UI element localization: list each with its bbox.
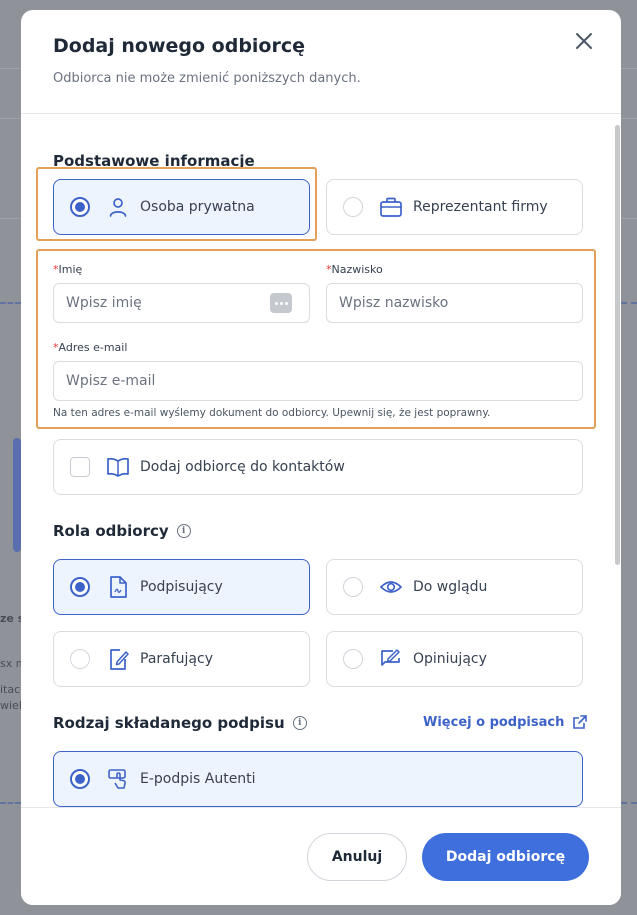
modal-header: Dodaj nowego odbiorcę Odbiorca nie może … [21, 10, 621, 114]
person-type-label: Osoba prywatna [140, 199, 255, 215]
radio-autenti[interactable] [70, 769, 90, 789]
last-name-label: *Nazwisko [326, 263, 383, 276]
document-pen-icon [106, 647, 130, 671]
first-name-label: *Imię [53, 263, 82, 276]
modal-body[interactable]: Podstawowe informacje Osoba prywatna Rep… [21, 115, 621, 807]
bg-dashed-line [0, 802, 21, 804]
info-icon[interactable]: i [292, 716, 307, 730]
role-option-viewer[interactable]: Do wglądu [326, 559, 583, 615]
signature-type-title-text: Rodzaj składanego podpisu [53, 714, 285, 732]
basic-info-title: Podstawowe informacje [53, 152, 255, 170]
touch-signature-icon [106, 767, 130, 791]
password-manager-icon[interactable] [270, 293, 292, 313]
person-type-company[interactable]: Reprezentant firmy [326, 179, 583, 235]
info-icon[interactable]: i [176, 524, 191, 538]
bg-partial-text: wiel [0, 699, 22, 712]
person-type-label: Reprezentant firmy [413, 199, 548, 215]
bg-blue-block [13, 438, 21, 552]
bg-partial-text: itac [0, 683, 21, 696]
person-type-private[interactable]: Osoba prywatna [53, 179, 310, 235]
role-option-signer[interactable]: Podpisujący [53, 559, 310, 615]
bg-dashed-line [0, 302, 21, 304]
role-option-label: Do wglądu [413, 579, 488, 595]
scrollbar-thumb[interactable] [615, 125, 620, 565]
modal-subtitle: Odbiorca nie może zmienić poniższych dan… [53, 71, 361, 86]
book-icon [106, 455, 130, 479]
email-label-text: Adres e-mail [58, 341, 128, 354]
add-to-contacts-card[interactable]: Dodaj odbiorcę do kontaktów [53, 439, 583, 495]
radio-reviewer[interactable] [343, 649, 363, 669]
last-name-input[interactable] [326, 283, 583, 323]
briefcase-icon [379, 195, 403, 219]
role-option-label: Podpisujący [140, 579, 223, 595]
add-to-contacts-checkbox[interactable] [70, 457, 90, 477]
eye-icon [379, 575, 403, 599]
role-title-text: Rola odbiorcy [53, 522, 169, 540]
radio-initialer[interactable] [70, 649, 90, 669]
email-label: *Adres e-mail [53, 341, 127, 354]
email-hint: Na ten adres e-mail wyślemy dokument do … [53, 407, 491, 419]
role-option-initialer[interactable]: Parafujący [53, 631, 310, 687]
bg-dashed-line [621, 802, 637, 804]
basic-info-title-text: Podstawowe informacje [53, 152, 255, 170]
role-option-reviewer[interactable]: Opiniujący [326, 631, 583, 687]
cancel-button[interactable]: Anuluj [307, 833, 407, 881]
email-input[interactable] [53, 361, 583, 401]
role-option-label: Parafujący [140, 651, 213, 667]
more-about-signatures-label: Więcej o podpisach [423, 714, 565, 730]
radio-signer[interactable] [70, 577, 90, 597]
external-link-icon [573, 715, 588, 729]
role-option-label: Opiniujący [413, 651, 487, 667]
radio-viewer[interactable] [343, 577, 363, 597]
highlight-frame [36, 249, 596, 429]
signature-option-autenti[interactable]: E-podpis Autenti [53, 751, 583, 807]
document-signature-icon [106, 575, 130, 599]
user-icon [106, 195, 130, 219]
more-about-signatures-link[interactable]: Więcej o podpisach [423, 714, 588, 730]
bg-dashed-line [621, 302, 637, 304]
add-to-contacts-label: Dodaj odbiorcę do kontaktów [140, 459, 345, 475]
radio-company[interactable] [343, 197, 363, 217]
close-button[interactable] [570, 27, 598, 55]
close-icon [576, 33, 592, 49]
comment-pen-icon [379, 647, 403, 671]
last-name-label-text: Nazwisko [331, 263, 383, 276]
add-recipient-button[interactable]: Dodaj odbiorcę [422, 833, 589, 881]
modal-footer: Anuluj Dodaj odbiorcę [21, 807, 621, 905]
modal-title: Dodaj nowego odbiorcę [53, 35, 306, 57]
signature-type-title: Rodzaj składanego podpisu i [53, 714, 307, 732]
role-title: Rola odbiorcy i [53, 522, 191, 540]
add-recipient-modal: Dodaj nowego odbiorcę Odbiorca nie może … [21, 10, 621, 905]
signature-option-label: E-podpis Autenti [140, 771, 256, 787]
radio-private[interactable] [70, 197, 90, 217]
first-name-label-text: Imię [58, 263, 83, 276]
